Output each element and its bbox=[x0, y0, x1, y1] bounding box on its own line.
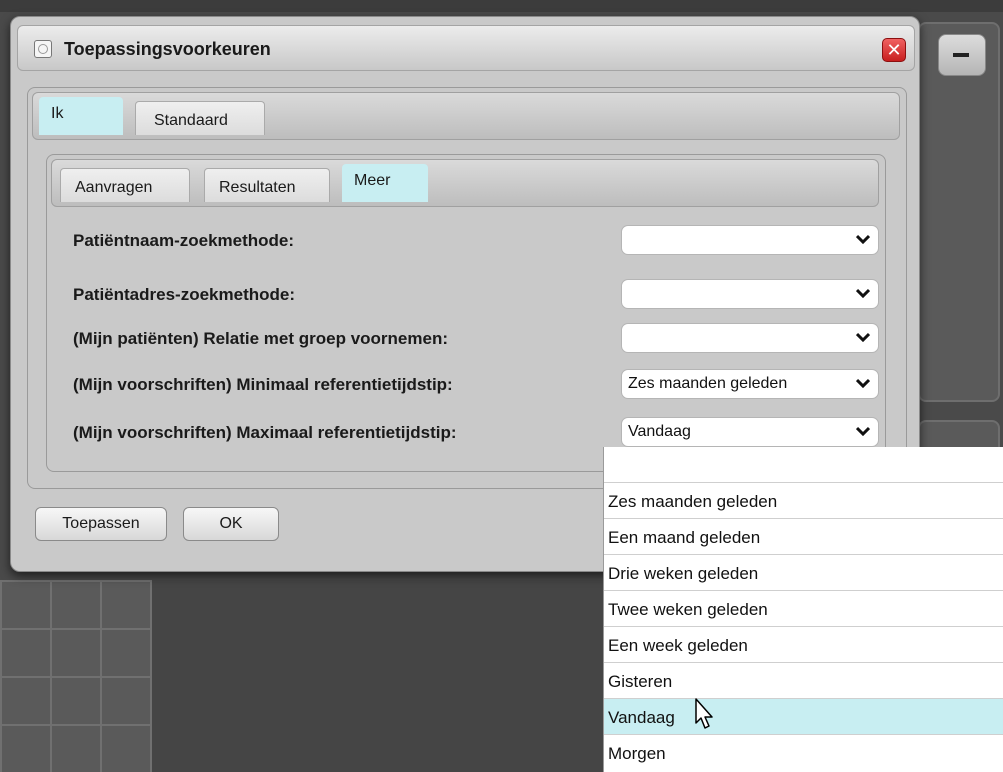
dropdown-option-empty[interactable] bbox=[604, 447, 1003, 483]
tab-ik[interactable]: Ik bbox=[39, 97, 123, 135]
dropdown-option[interactable]: Gisteren bbox=[604, 663, 1003, 699]
outer-tab-panel: Ik Standaard Aanvragen Resultaten Meer P… bbox=[27, 87, 907, 489]
background-panel bbox=[918, 22, 1000, 402]
field-label: Patiëntnaam-zoekmethode: bbox=[73, 231, 295, 250]
minimize-button[interactable] bbox=[938, 34, 986, 76]
reference-time-dropdown-list: Zes maanden geleden Een maand geleden Dr… bbox=[603, 447, 1003, 772]
patient-name-search-select[interactable] bbox=[621, 225, 879, 255]
select-value: Vandaag bbox=[628, 423, 691, 440]
inner-tabbar: Aanvragen Resultaten Meer bbox=[51, 159, 879, 207]
tab-meer[interactable]: Meer bbox=[342, 164, 428, 202]
inner-tab-panel: Aanvragen Resultaten Meer Patiëntnaam-zo… bbox=[46, 154, 886, 472]
apply-button[interactable]: Toepassen bbox=[35, 507, 167, 541]
background-grid bbox=[0, 580, 152, 772]
tab-resultaten[interactable]: Resultaten bbox=[204, 168, 330, 202]
outer-tabbar: Ik Standaard bbox=[32, 92, 900, 140]
field-label: Patiëntadres-zoekmethode: bbox=[73, 285, 295, 304]
dropdown-option-highlighted[interactable]: Vandaag bbox=[604, 699, 1003, 735]
field-row-group-relation: (Mijn patiënten) Relatie met groep voorn… bbox=[73, 323, 879, 353]
group-relation-select[interactable] bbox=[621, 323, 879, 353]
select-value: Zes maanden geleden bbox=[628, 375, 788, 392]
app-icon bbox=[34, 40, 52, 58]
field-label: (Mijn voorschriften) Maximaal referentie… bbox=[73, 423, 457, 442]
chevron-down-icon bbox=[856, 234, 870, 244]
min-reference-time-select[interactable]: Zes maanden geleden bbox=[621, 369, 879, 399]
ok-button[interactable]: OK bbox=[183, 507, 279, 541]
dropdown-option[interactable]: Zes maanden geleden bbox=[604, 483, 1003, 519]
field-label: (Mijn voorschriften) Minimaal referentie… bbox=[73, 375, 453, 394]
field-row-max-reference-time: (Mijn voorschriften) Maximaal referentie… bbox=[73, 417, 879, 447]
dialog-title: Toepassingsvoorkeuren bbox=[64, 39, 271, 59]
chevron-down-icon bbox=[856, 288, 870, 298]
dropdown-option[interactable]: Een week geleden bbox=[604, 627, 1003, 663]
field-row-min-reference-time: (Mijn voorschriften) Minimaal referentie… bbox=[73, 369, 879, 399]
tab-aanvragen[interactable]: Aanvragen bbox=[60, 168, 190, 202]
chevron-down-icon bbox=[856, 426, 870, 436]
chevron-down-icon bbox=[856, 332, 870, 342]
dialog-titlebar[interactable]: Toepassingsvoorkeuren ✕ bbox=[17, 25, 915, 71]
field-row-patient-name: Patiëntnaam-zoekmethode: bbox=[73, 225, 879, 255]
chevron-down-icon bbox=[856, 378, 870, 388]
patient-address-search-select[interactable] bbox=[621, 279, 879, 309]
close-icon[interactable]: ✕ bbox=[882, 38, 906, 62]
mouse-pointer-icon bbox=[695, 698, 713, 729]
field-row-patient-address: Patiëntadres-zoekmethode: bbox=[73, 279, 879, 309]
dropdown-option[interactable]: Een maand geleden bbox=[604, 519, 1003, 555]
dropdown-option[interactable]: Morgen bbox=[604, 735, 1003, 771]
dropdown-option[interactable]: Drie weken geleden bbox=[604, 555, 1003, 591]
max-reference-time-select[interactable]: Vandaag bbox=[621, 417, 879, 447]
dropdown-option[interactable]: Twee weken geleden bbox=[604, 591, 1003, 627]
background-app-bar bbox=[0, 0, 1003, 12]
field-label: (Mijn patiënten) Relatie met groep voorn… bbox=[73, 329, 448, 348]
tab-standaard[interactable]: Standaard bbox=[135, 101, 265, 135]
